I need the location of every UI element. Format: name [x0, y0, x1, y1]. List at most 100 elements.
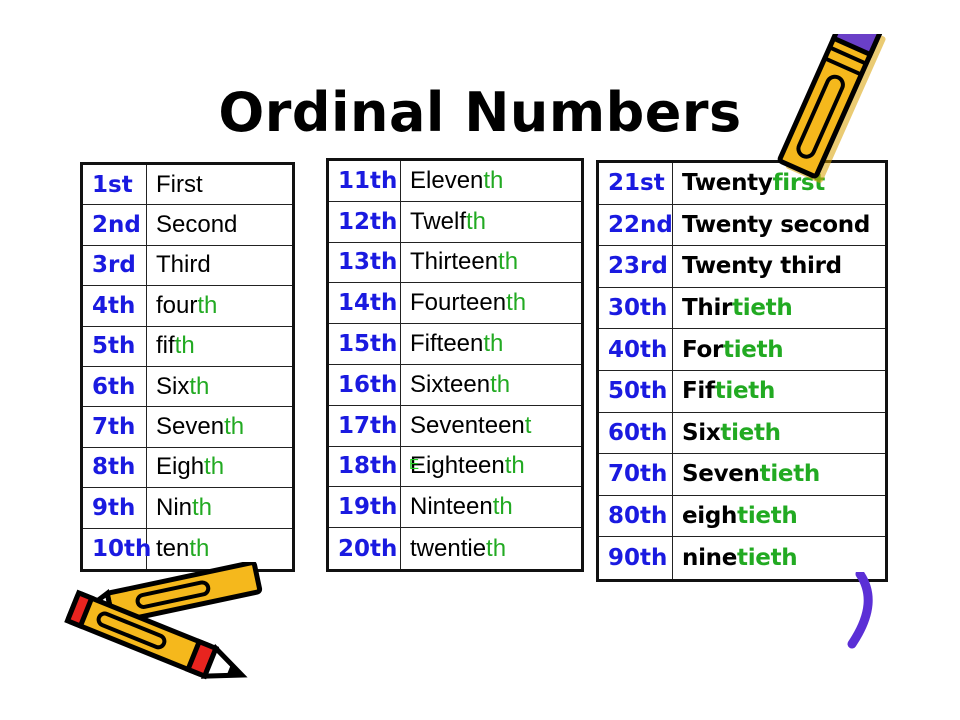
table-row: 11th Eleven th [329, 161, 581, 202]
ordinal-word-cell: Twelf th [401, 202, 581, 242]
table-row: 1st First [83, 165, 292, 206]
ordinal-word-stem: nine [682, 545, 738, 572]
ordinal-word-stem: Eigh [156, 453, 205, 481]
ordinals-table-units: 1st First 2nd Second 3rd Third 4th four th 5th fif… [80, 162, 295, 572]
ordinal-word-cell: Sixteen th [401, 365, 581, 405]
ordinal-word-suffix: th [483, 330, 504, 358]
ordinal-word-stem: Eleven [410, 166, 484, 194]
table-row: 16th Sixteen th [329, 364, 581, 406]
ordinal-word-suffix: tieth [732, 295, 793, 322]
ordinal-word-cell: Eleven th [401, 161, 581, 201]
ordinal-word-stem: Sixteen [410, 370, 491, 398]
ordinal-word-stem: Nin [156, 493, 193, 521]
ordinal-word-suffix: th [466, 207, 487, 235]
ordinal-number-cell: 13th [329, 242, 401, 283]
table-row: 30th Thir tieth [599, 287, 885, 330]
ordinal-number-cell: 90th [599, 537, 673, 579]
ordinal-word-suffix: tieth [737, 503, 798, 530]
ordinal-word-stem: Twenty second [682, 211, 871, 238]
table-row: 15th Fifteen th [329, 324, 581, 365]
ordinal-word-cell: Thirteen th [401, 243, 581, 283]
table-row: 90th nine tieth [599, 537, 885, 579]
ordinal-word-suffix: th [506, 289, 527, 317]
ordinal-word-suffix: th [498, 248, 519, 276]
table-row: 12th Twelf th [329, 201, 581, 243]
ordinal-word-cell: Second [147, 205, 292, 244]
ordinal-word-suffix: first [772, 170, 826, 197]
ordinal-word-cell: twentie th [401, 528, 581, 569]
poster-canvas: Ordinal Numbers 1st First 2nd Second 3rd Thir… [0, 0, 960, 720]
ordinal-number-cell: 6th [83, 366, 147, 407]
ordinal-number-cell: 60th [599, 412, 673, 454]
ordinal-word-cell: nine tieth [673, 537, 885, 579]
table-row: 6th Six th [83, 366, 292, 408]
ordinal-word-cell: eigh tieth [673, 496, 885, 537]
ordinal-number-cell: 4th [83, 286, 147, 326]
ordinal-word-suffix: tieth [723, 336, 784, 363]
ordinal-word-stem: eigh [682, 503, 738, 530]
ordinal-word-cell: Twenty first [673, 163, 885, 204]
table-row: 13th Thirteen th [329, 242, 581, 284]
ordinal-word-cell: Seven th [147, 407, 292, 446]
ordinal-number-cell: 8th [83, 447, 147, 488]
ordinal-word-suffix: th [486, 534, 507, 562]
ordinal-word-stem: Six [682, 419, 721, 446]
ordinal-word-suffix: th [189, 534, 210, 562]
ordinal-word-stem: Thir [682, 295, 733, 322]
ordinal-number-cell: 3rd [83, 245, 147, 286]
ordinal-number-cell: 23rd [599, 246, 673, 287]
ordinal-word-stem: four [156, 291, 198, 319]
ordinal-word-cell: E Eighteen th [401, 447, 581, 487]
table-row: 2nd Second [83, 205, 292, 246]
ordinal-number-cell: 5th [83, 326, 147, 366]
table-row: 60th Six tieth [599, 412, 885, 455]
ordinal-word-stem: Seventeen [410, 411, 525, 439]
ordinal-number-cell: 50th [599, 370, 673, 412]
ordinal-word-cell: Fourteen th [401, 283, 581, 323]
ordinal-word-stem: Third [156, 251, 211, 279]
ordinal-number-cell: 40th [599, 329, 673, 370]
table-row: 22nd Twenty second [599, 204, 885, 247]
ordinal-number-cell: 7th [83, 407, 147, 447]
ordinal-word-suffix: th [224, 413, 245, 441]
ordinals-table-tens: 21st Twenty first 22nd Twenty second 23rd Twe… [596, 160, 888, 582]
table-row: 40th For tieth [599, 329, 885, 371]
ordinal-number-cell: 1st [83, 165, 147, 205]
ordinal-word-stem: fif [156, 332, 175, 360]
ordinal-word-suffix: th [490, 370, 511, 398]
ordinal-number-cell: 9th [83, 488, 147, 528]
table-row: 3rd Third [83, 245, 292, 287]
table-row: 9th Nin th [83, 488, 292, 529]
table-row: 23rd Twenty third [599, 246, 885, 288]
ordinal-word-cell: Six tieth [673, 413, 885, 454]
ordinal-number-cell: 21st [599, 163, 673, 204]
table-row: 18th E Eighteen th [329, 446, 581, 488]
ordinal-word-cell: Six th [147, 367, 292, 406]
table-row: 50th Fif tieth [599, 370, 885, 413]
ordinal-word-stem: Fifteen [410, 330, 484, 358]
ordinal-word-stem: Ninteen [410, 493, 493, 521]
ordinal-word-suffix: th [492, 493, 513, 521]
table-row: 14th Fourteen th [329, 283, 581, 325]
ordinal-word-stem: Second [156, 211, 238, 239]
crossed-pencils-icon [38, 560, 268, 696]
page-title: Ordinal Numbers [218, 81, 742, 144]
ordinal-word-cell: Fifteen th [401, 324, 581, 364]
table-row: 21st Twenty first [599, 163, 885, 205]
ordinal-word-stem: Fourteen [410, 289, 507, 317]
ordinal-word-stem: Fif [682, 378, 715, 405]
ghost-letter-overlay: E [409, 456, 420, 474]
table-row: 7th Seven th [83, 407, 292, 448]
ordinals-table-teens: 11th Eleven th 12th Twelf th 13th Thirteen th 14t… [326, 158, 584, 572]
ordinal-number-cell: 70th [599, 454, 673, 495]
ghost-letter-artifact: EE [409, 452, 427, 480]
table-row: 17th Seventeen t [329, 405, 581, 447]
ordinal-word-cell: Seven tieth [673, 454, 885, 495]
ordinal-word-cell: First [147, 165, 292, 204]
ordinal-number-cell: 19th [329, 487, 401, 528]
ordinal-number-cell: 2nd [83, 205, 147, 245]
ordinal-word-stem: twentie [410, 534, 487, 562]
ordinal-word-stem: Seven [156, 413, 225, 441]
ordinal-number-cell: 16th [329, 364, 401, 405]
ordinal-word-stem: Thirteen [410, 248, 499, 276]
